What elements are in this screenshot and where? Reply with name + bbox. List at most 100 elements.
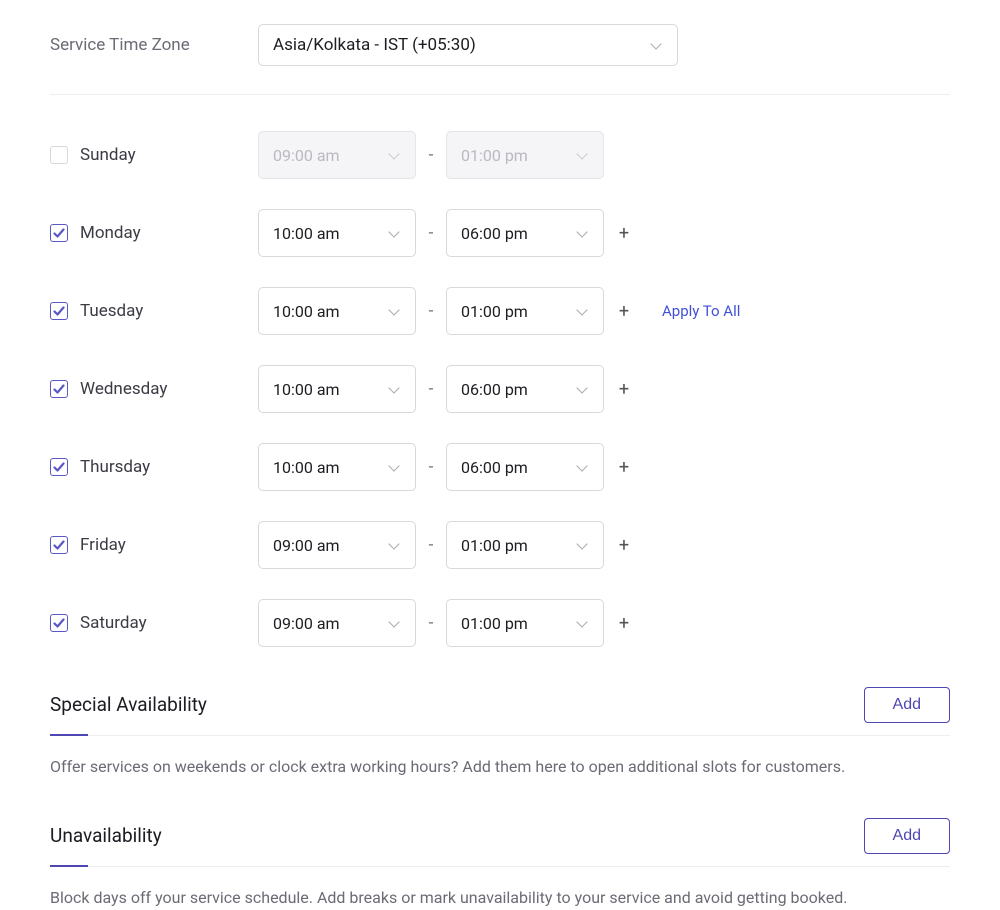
day-name: Tuesday (80, 301, 143, 321)
unavailability-section: Unavailability Add Block days off your s… (50, 818, 950, 909)
day-label: Thursday (50, 457, 258, 477)
timezone-row: Service Time Zone Asia/Kolkata - IST (+0… (50, 24, 950, 95)
day-name: Wednesday (80, 379, 167, 399)
add-slot-button[interactable]: + (604, 223, 644, 244)
day-name: Monday (80, 223, 141, 243)
add-slot-button[interactable]: + (604, 613, 644, 634)
day-checkbox[interactable] (50, 302, 68, 320)
start-time-select[interactable]: 10:00 am (258, 209, 416, 257)
day-checkbox[interactable] (50, 614, 68, 632)
special-availability-desc: Offer services on weekends or clock extr… (50, 756, 950, 778)
day-row: Tuesday10:00 am-01:00 pm+Apply To All (50, 287, 950, 335)
day-name: Friday (80, 535, 126, 555)
day-label: Monday (50, 223, 258, 243)
day-row: Saturday 09:00 am -01:00 pm + (50, 599, 950, 647)
chevron-down-icon (387, 226, 401, 240)
special-availability-section: Special Availability Add Offer services … (50, 687, 950, 778)
end-time-value: 06:00 pm (461, 458, 528, 477)
chevron-down-icon (387, 148, 401, 162)
start-time-select: 09:00 am (258, 131, 416, 179)
add-slot-button[interactable]: + (604, 379, 644, 400)
start-time-value: 09:00 am (273, 614, 340, 633)
day-label: Saturday (50, 613, 258, 633)
start-time-value: 09:00 am (273, 146, 340, 165)
end-time-select[interactable]: 01:00 pm (446, 521, 604, 569)
chevron-down-icon (387, 304, 401, 318)
special-availability-add-button[interactable]: Add (864, 687, 950, 723)
start-time-select[interactable]: 10:00 am (258, 365, 416, 413)
time-separator: - (416, 535, 446, 555)
day-row: Wednesday 10:00 am -06:00 pm + (50, 365, 950, 413)
day-row: Sunday 09:00 am -01:00 pm (50, 131, 950, 179)
chevron-down-icon (575, 538, 589, 552)
start-time-value: 10:00 am (273, 224, 340, 243)
chevron-down-icon (649, 38, 663, 52)
start-time-value: 10:00 am (273, 302, 340, 321)
day-checkbox[interactable] (50, 458, 68, 476)
chevron-down-icon (387, 538, 401, 552)
end-time-select[interactable]: 06:00 pm (446, 209, 604, 257)
section-underline (50, 734, 88, 736)
time-separator: - (416, 379, 446, 399)
start-time-value: 10:00 am (273, 380, 340, 399)
start-time-value: 09:00 am (273, 536, 340, 555)
start-time-select[interactable]: 10:00 am (258, 287, 416, 335)
timezone-label: Service Time Zone (50, 35, 258, 55)
unavailability-head: Unavailability Add (50, 818, 950, 867)
day-name: Saturday (80, 613, 147, 633)
start-time-select[interactable]: 09:00 am (258, 599, 416, 647)
special-availability-head: Special Availability Add (50, 687, 950, 736)
day-checkbox[interactable] (50, 380, 68, 398)
start-time-select[interactable]: 09:00 am (258, 521, 416, 569)
end-time-select[interactable]: 01:00 pm (446, 599, 604, 647)
day-checkbox[interactable] (50, 146, 68, 164)
day-checkbox[interactable] (50, 224, 68, 242)
end-time-select[interactable]: 01:00 pm (446, 287, 604, 335)
end-time-value: 06:00 pm (461, 380, 528, 399)
end-time-select[interactable]: 06:00 pm (446, 443, 604, 491)
chevron-down-icon (387, 382, 401, 396)
timezone-value: Asia/Kolkata - IST (+05:30) (273, 35, 476, 55)
day-row: Friday 09:00 am -01:00 pm + (50, 521, 950, 569)
timezone-select[interactable]: Asia/Kolkata - IST (+05:30) (258, 24, 678, 66)
days-container: Sunday09:00 am-01:00 pmMonday10:00 am-06… (50, 131, 950, 647)
end-time-value: 01:00 pm (461, 614, 528, 633)
start-time-value: 10:00 am (273, 458, 340, 477)
unavailability-desc: Block days off your service schedule. Ad… (50, 887, 950, 909)
time-separator: - (416, 145, 446, 165)
unavailability-add-button[interactable]: Add (864, 818, 950, 854)
day-row: Monday 10:00 am -06:00 pm + (50, 209, 950, 257)
time-separator: - (416, 223, 446, 243)
chevron-down-icon (387, 616, 401, 630)
section-underline (50, 865, 88, 867)
special-availability-title: Special Availability (50, 693, 207, 718)
day-label: Wednesday (50, 379, 258, 399)
end-time-value: 01:00 pm (461, 536, 528, 555)
add-slot-button[interactable]: + (604, 457, 644, 478)
day-name: Sunday (80, 145, 136, 165)
end-time-select[interactable]: 06:00 pm (446, 365, 604, 413)
day-checkbox[interactable] (50, 536, 68, 554)
chevron-down-icon (575, 616, 589, 630)
day-label: Sunday (50, 145, 258, 165)
chevron-down-icon (575, 382, 589, 396)
end-time-value: 01:00 pm (461, 146, 528, 165)
day-row: Thursday 10:00 am -06:00 pm + (50, 443, 950, 491)
chevron-down-icon (387, 460, 401, 474)
day-label: Friday (50, 535, 258, 555)
end-time-value: 01:00 pm (461, 302, 528, 321)
chevron-down-icon (575, 226, 589, 240)
end-time-value: 06:00 pm (461, 224, 528, 243)
time-separator: - (416, 613, 446, 633)
apply-to-all-link[interactable]: Apply To All (662, 302, 740, 320)
chevron-down-icon (575, 304, 589, 318)
add-slot-button[interactable]: + (604, 535, 644, 556)
time-separator: - (416, 457, 446, 477)
add-slot-button[interactable]: + (604, 301, 644, 322)
day-label: Tuesday (50, 301, 258, 321)
start-time-select[interactable]: 10:00 am (258, 443, 416, 491)
chevron-down-icon (575, 148, 589, 162)
chevron-down-icon (575, 460, 589, 474)
end-time-select: 01:00 pm (446, 131, 604, 179)
unavailability-title: Unavailability (50, 824, 162, 849)
